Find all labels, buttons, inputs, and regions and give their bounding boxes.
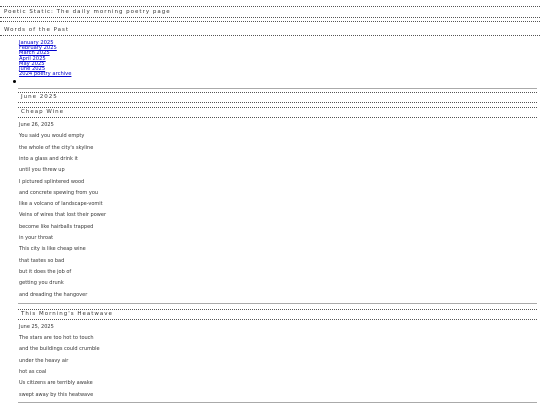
post-title: This Morning's Heatwave (21, 311, 113, 317)
top-divider (0, 6, 540, 7)
poem-line: The stars are too hot to touch (19, 335, 94, 341)
poem-line: Veins of wires that lost their power (19, 212, 107, 218)
post-date: June 25, 2025 (19, 324, 54, 330)
poem-line: the whole of the city's skyline (19, 145, 94, 151)
poem-line: and dreading the hangover (19, 292, 88, 298)
post-title-box: Cheap Wine (18, 107, 537, 118)
poem-line: and the buildings could crumble (19, 346, 100, 352)
site-title: Poetic Static: The daily morning poetry … (4, 9, 171, 15)
month-top-rule (18, 88, 537, 89)
poem-line: but it does the job of (19, 269, 72, 275)
month-heading-box: June 2025 (18, 92, 537, 103)
post-separator (18, 303, 537, 304)
bullet-icon (13, 80, 16, 83)
post-date: June 26, 2025 (19, 122, 54, 128)
poem-line: I pictured splintered wood (19, 179, 85, 185)
poem-line: This city is like cheap wine (19, 246, 86, 252)
poem-line: that tastes so bad (19, 258, 65, 264)
post-title-box: This Morning's Heatwave (18, 309, 537, 320)
poem-line: become like hairballs trapped (19, 224, 94, 230)
poem-line: until you threw up (19, 167, 65, 173)
poem-line: hot as coal (19, 369, 47, 375)
header-divider-2 (0, 21, 540, 22)
archive-links: January 2025 February 2025 March 2025 Ap… (19, 40, 71, 77)
poem-line: Us citizens are terribly awake (19, 380, 93, 386)
poem-line: You said you would empty (19, 133, 85, 139)
poem-line: into a glass and drink it (19, 156, 78, 162)
poem-line: getting you drunk (19, 280, 64, 286)
poem-line: like a volcano of landscape-vomit (19, 201, 103, 207)
month-heading: June 2025 (21, 94, 58, 100)
post-title: Cheap Wine (21, 109, 65, 115)
poem-line: under the heavy air (19, 358, 69, 364)
post-separator (18, 402, 537, 403)
sidebar-heading: Words of the Past (4, 27, 70, 33)
poem-line: and concrete spewing from you (19, 190, 99, 196)
header-divider (0, 17, 540, 18)
archive-link-2024[interactable]: 2024 poetry archive (19, 72, 71, 77)
poem-line: in your throat (19, 235, 54, 241)
sidebar-divider (0, 35, 540, 36)
poem-line: swept away by this heatwave (19, 392, 94, 398)
